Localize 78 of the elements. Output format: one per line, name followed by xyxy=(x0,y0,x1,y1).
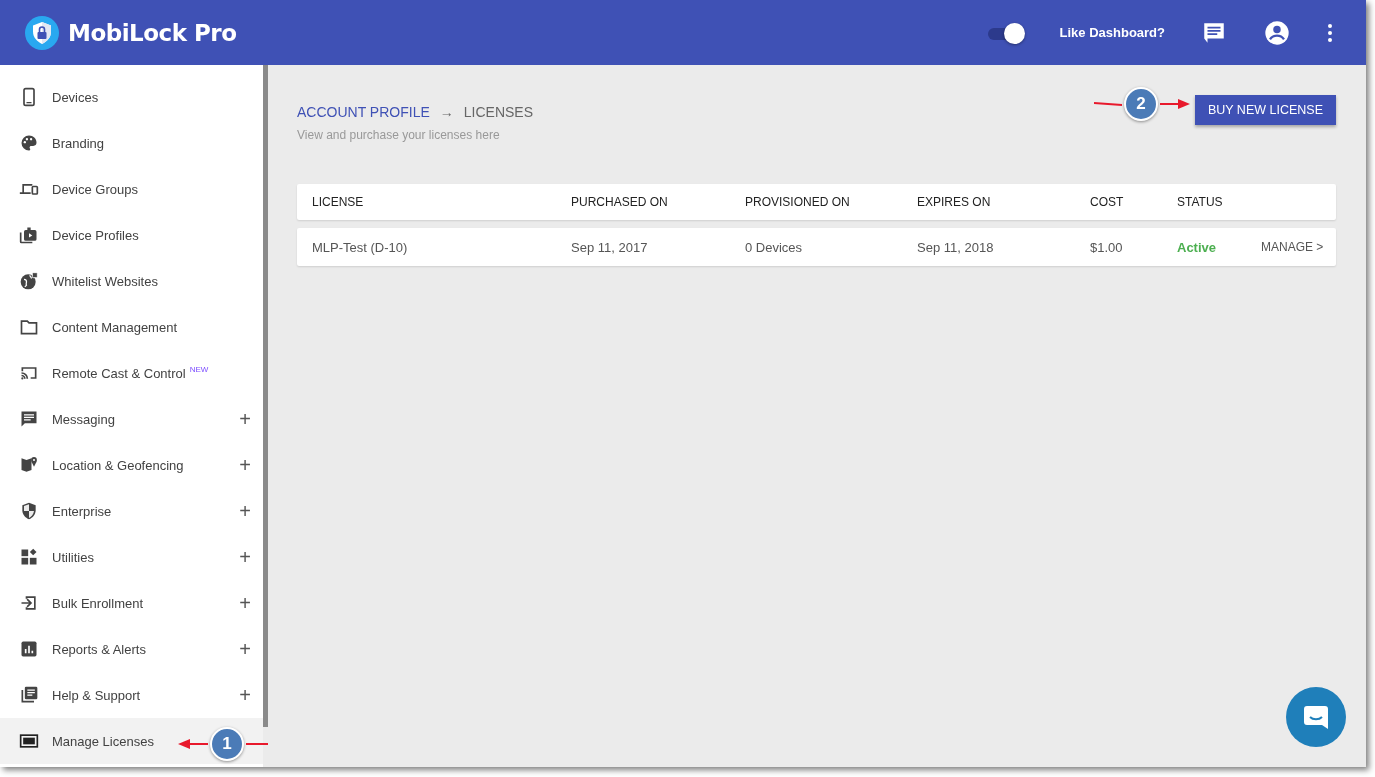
pointer-arrow xyxy=(178,738,208,750)
sidebar-item-label: Device Groups xyxy=(52,181,138,197)
expand-icon[interactable]: + xyxy=(239,637,251,661)
folder-icon xyxy=(19,317,39,337)
table-cell-text: Sep 11, 2018 xyxy=(917,239,995,255)
shield-icon xyxy=(19,501,39,521)
sidebar-item-label: Utilities xyxy=(52,549,94,565)
column-header: PROVISIONED ON xyxy=(745,195,851,209)
scrollbar[interactable] xyxy=(263,65,268,727)
sidebar-item[interactable]: Branding xyxy=(0,120,263,166)
column-header: COST xyxy=(1090,195,1125,209)
widgets-icon xyxy=(19,547,39,567)
sidebar-item-label: Location & Geofencing xyxy=(52,457,184,473)
buy-license-button[interactable]: BUY NEW LICENSE xyxy=(1194,95,1336,125)
breadcrumb-arrow: → xyxy=(439,104,454,120)
status-text: Active xyxy=(1177,239,1218,255)
sidebar-item[interactable]: Devices xyxy=(0,74,263,120)
sidebar-item-label: Manage Licenses xyxy=(52,733,154,749)
sidebar-item[interactable]: Device Groups xyxy=(0,166,263,212)
pointer-arrow xyxy=(1160,98,1190,110)
sidebar-item[interactable]: Content Management xyxy=(0,304,263,350)
sidebar-item-label: Enterprise xyxy=(52,503,112,519)
palette-icon xyxy=(19,133,39,153)
expand-icon[interactable]: + xyxy=(239,407,251,431)
sidebar-item-label: Remote Cast & Control xyxy=(52,365,186,381)
sidebar-item-label: Device Profiles xyxy=(52,227,139,243)
sidebar-item[interactable]: Utilities + xyxy=(0,534,263,580)
sidebar-item-label: Messaging xyxy=(52,411,115,427)
sidebar-item[interactable]: Help & Support + xyxy=(0,672,263,718)
sidebar-item-label: Devices xyxy=(52,89,99,105)
table-cell-text: Sep 11, 2017 xyxy=(571,239,649,255)
sidebar-item-label: Help & Support xyxy=(52,687,141,703)
sidebar-item-label: Content Management xyxy=(52,319,178,335)
breadcrumb-current: LICENSES xyxy=(463,104,533,120)
bar-chart-icon xyxy=(19,639,39,659)
manage-link[interactable]: MANAGE > xyxy=(1261,240,1336,254)
step-number-badge: 2 xyxy=(1124,87,1158,121)
column-header: STATUS xyxy=(1177,195,1224,209)
sidebar-item[interactable]: Messaging + xyxy=(0,396,263,442)
shield-lock-logo-icon xyxy=(25,15,59,50)
sidebar-item-label: Reports & Alerts xyxy=(52,641,146,657)
table-cell-text: $1.00 xyxy=(1090,239,1124,255)
document-stack-icon xyxy=(19,685,39,705)
column-header: EXPIRES ON xyxy=(917,195,992,209)
sidebar-item-label: Branding xyxy=(52,135,105,151)
table-cell-text: 0 Devices xyxy=(745,239,804,255)
expand-icon[interactable]: + xyxy=(239,545,251,569)
globe-lock-icon xyxy=(19,271,39,291)
sidebar-item[interactable]: Enterprise + xyxy=(0,488,263,534)
column-header: PURCHASED ON xyxy=(571,195,669,209)
expand-icon[interactable]: + xyxy=(239,683,251,707)
chat-button[interactable] xyxy=(1286,687,1346,747)
sidebar-item-label: Whitelist Websites xyxy=(52,273,158,289)
page-subtitle: View and purchase your licenses here xyxy=(297,128,501,142)
sidebar-item-label: Bulk Enrollment xyxy=(52,595,144,611)
more-menu-icon[interactable] xyxy=(1327,22,1333,43)
leader-line xyxy=(246,742,268,746)
sidebar-item[interactable]: Location & Geofencing + xyxy=(0,442,263,488)
sidebar-item[interactable]: Device Profiles xyxy=(0,212,263,258)
expand-icon[interactable]: + xyxy=(239,591,251,615)
sidebar-item[interactable]: Whitelist Websites xyxy=(0,258,263,304)
message-icon xyxy=(19,409,39,429)
map-pin-icon xyxy=(19,455,39,475)
leader-line xyxy=(1094,101,1122,107)
account-icon[interactable] xyxy=(1263,18,1291,47)
enter-icon xyxy=(19,593,39,613)
sidebar-item[interactable]: Remote Cast & Control $^{NEW}$ xyxy=(0,350,263,396)
column-header: LICENSE xyxy=(312,195,365,209)
expand-icon[interactable]: + xyxy=(239,499,251,523)
sidebar-item[interactable]: Bulk Enrollment + xyxy=(0,580,263,626)
briefcase-icon xyxy=(19,225,39,245)
table-cell-text: MLP-Test (D-10) xyxy=(312,239,409,255)
expand-icon[interactable]: + xyxy=(239,453,251,477)
app-title: MobiLock Pro xyxy=(68,19,237,46)
new-label: NEW xyxy=(189,365,209,374)
like-dashboard-label: Like Dashboard? xyxy=(1059,25,1165,40)
breadcrumb-link[interactable]: ACCOUNT PROFILE xyxy=(297,104,430,120)
sidebar-item[interactable]: Reports & Alerts + xyxy=(0,626,263,672)
